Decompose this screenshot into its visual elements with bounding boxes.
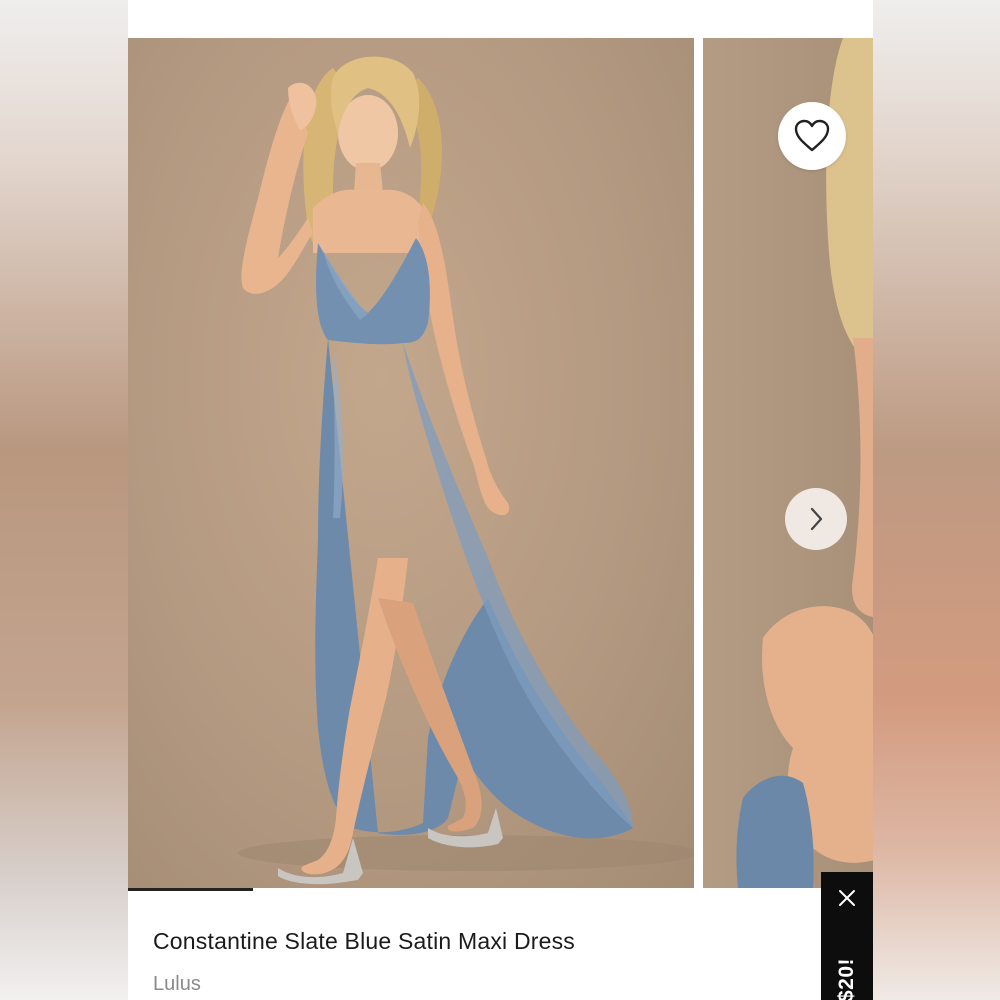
carousel-progress bbox=[128, 888, 873, 891]
carousel-progress-fill bbox=[128, 888, 254, 891]
blurred-background-right bbox=[873, 0, 1000, 1000]
next-image-button[interactable] bbox=[785, 488, 847, 550]
model-illustration bbox=[238, 56, 694, 885]
blurred-background-left bbox=[0, 0, 128, 1000]
promo-text[interactable]: et $20! bbox=[835, 958, 859, 1000]
promo-tab[interactable]: et $20! bbox=[821, 872, 873, 1000]
product-title: Constantine Slate Blue Satin Maxi Dress bbox=[153, 928, 576, 954]
brand-name[interactable]: Lulus bbox=[153, 973, 201, 996]
product-image-next[interactable] bbox=[703, 38, 873, 888]
product-image-main[interactable] bbox=[128, 38, 694, 888]
heart-outline-icon bbox=[794, 119, 830, 152]
close-icon[interactable] bbox=[835, 886, 859, 910]
model-partial-illustration bbox=[736, 38, 873, 888]
favorite-button[interactable] bbox=[778, 102, 846, 170]
product-screen: Constantine Slate Blue Satin Maxi Dress … bbox=[128, 0, 873, 1000]
image-carousel[interactable] bbox=[128, 38, 873, 888]
chevron-right-icon bbox=[810, 507, 823, 531]
